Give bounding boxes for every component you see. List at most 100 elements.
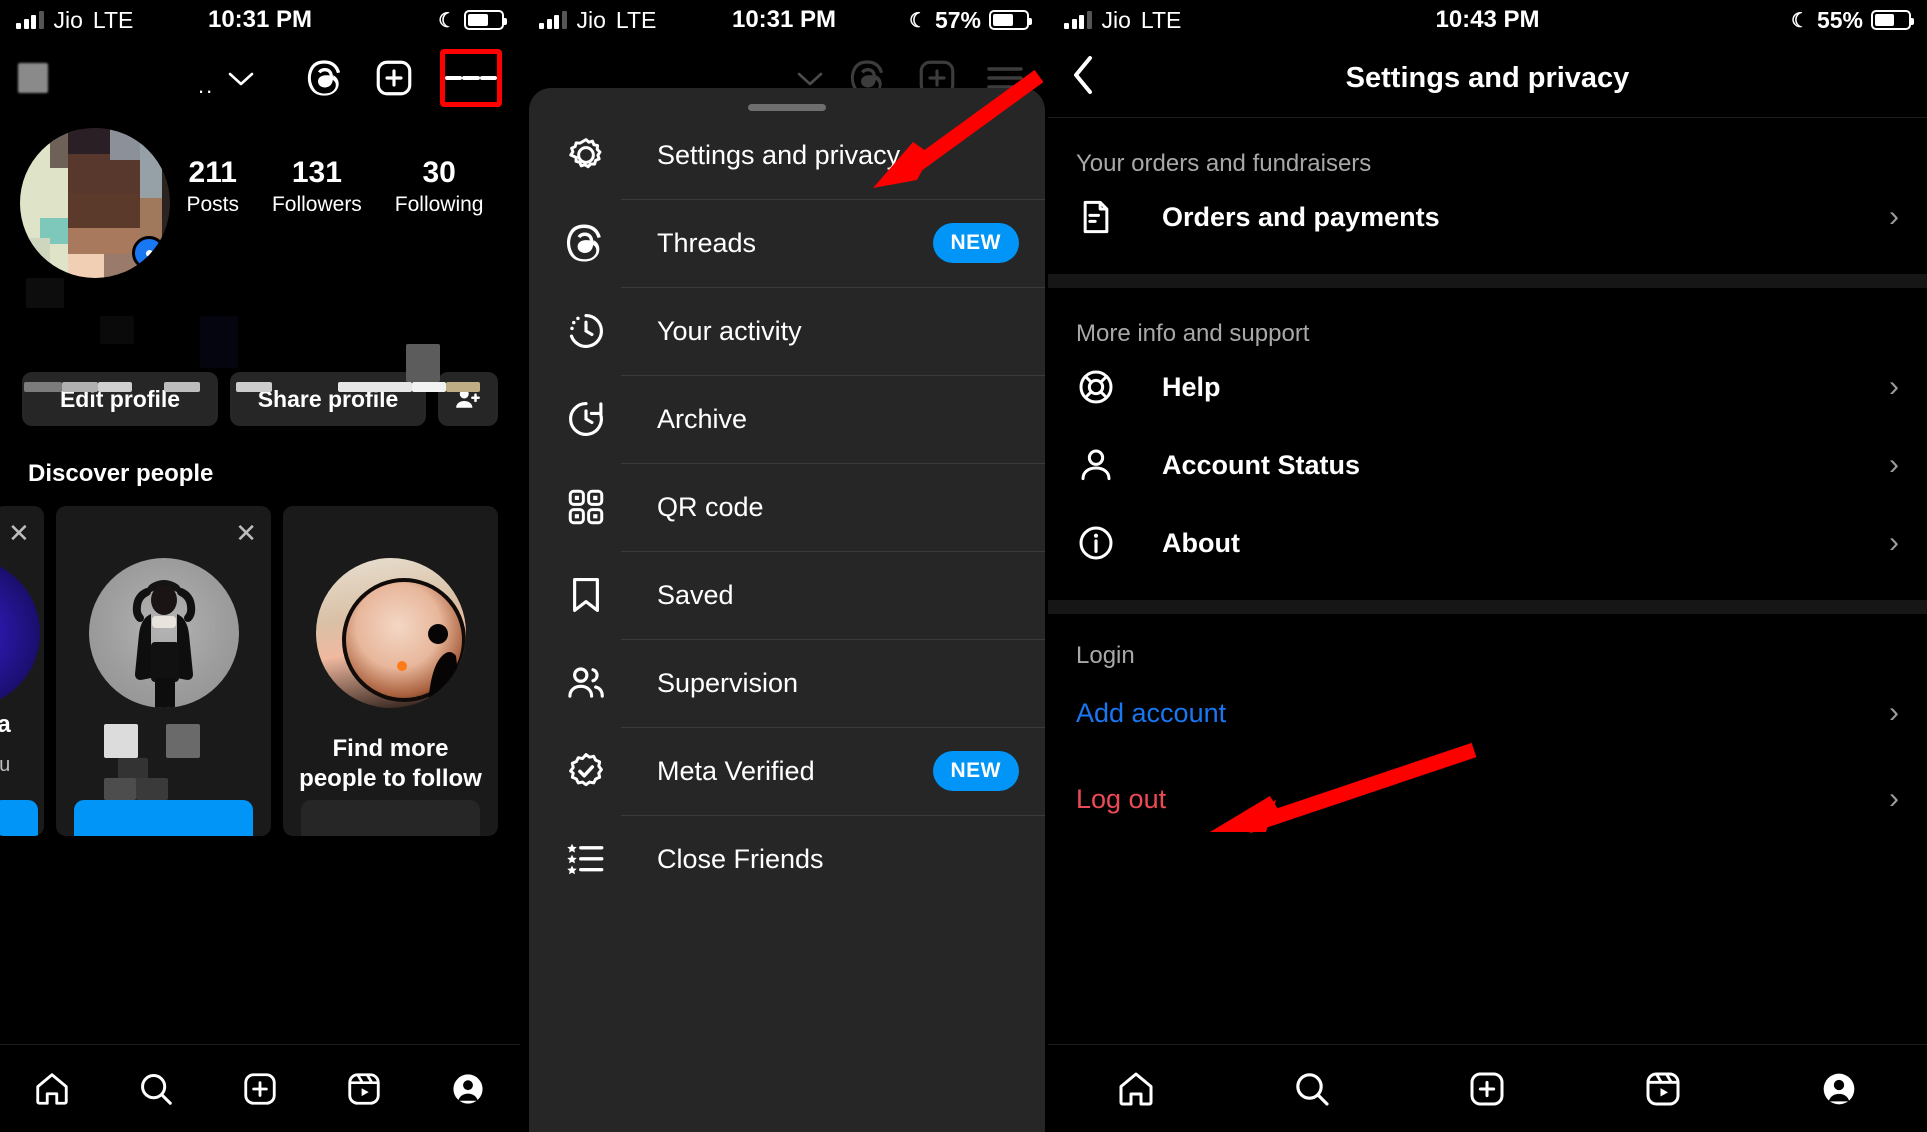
settings-header: Settings and privacy [1048, 40, 1927, 118]
menu-item-supervision[interactable]: Supervision [529, 639, 1045, 727]
menu-item-archive[interactable]: Archive [529, 375, 1045, 463]
settings-row-orders-and-payments[interactable]: Orders and payments › [1048, 178, 1927, 256]
avatar[interactable] [20, 128, 170, 278]
settings-row-help[interactable]: Help › [1048, 348, 1927, 426]
close-icon[interactable]: ✕ [8, 518, 30, 549]
plus-square-icon[interactable] [372, 56, 416, 100]
signal-bars-icon [539, 11, 567, 29]
menu-item-label: Close Friends [657, 843, 824, 874]
network-label: LTE [1140, 6, 1182, 33]
topbar-actions [304, 49, 502, 107]
help-icon [1076, 367, 1124, 407]
add-person-icon[interactable] [438, 372, 498, 426]
stat-label: Posts [186, 193, 239, 216]
settings-row-label: Orders and payments [1162, 201, 1440, 232]
moon-icon: ☾ [1791, 9, 1809, 32]
section-title-more-info: More info and support [1076, 320, 1310, 347]
status-left: Jio LTE [1064, 7, 1181, 34]
discover-card-name: ya [0, 711, 11, 738]
settings-row-account-status[interactable]: Account Status › [1048, 426, 1927, 504]
discover-card-redacted [56, 724, 271, 800]
status-left: Jio LTE [16, 7, 133, 34]
chevron-left-icon[interactable] [1070, 53, 1096, 104]
username-redacted [18, 63, 48, 93]
menu-item-your-activity[interactable]: Your activity [529, 287, 1045, 375]
home-icon[interactable] [22, 1064, 82, 1114]
stat-label: Followers [271, 193, 362, 216]
reels-icon[interactable] [334, 1064, 394, 1114]
profile-icon[interactable] [1809, 1064, 1869, 1114]
menu-item-qr-code[interactable]: QR code [529, 463, 1045, 551]
new-badge: NEW [932, 751, 1019, 791]
settings-row-log-out[interactable]: Log out › [1048, 756, 1927, 842]
activity-icon [565, 310, 619, 352]
stat-followers[interactable]: 131 Followers [272, 156, 362, 217]
settings-row-add-account[interactable]: Add account › [1048, 670, 1927, 756]
moon-icon: ☾ [909, 9, 927, 32]
menu-item-label: Saved [657, 579, 734, 610]
chevron-right-icon: › [1889, 526, 1899, 559]
battery-percent-label: 57% [934, 6, 981, 33]
menu-sheet: Settings and privacy Threads NEW Your ac… [529, 88, 1045, 1132]
settings-row-label: About [1162, 527, 1240, 558]
create-icon[interactable] [1457, 1064, 1517, 1114]
carrier-label: Jio [53, 6, 83, 33]
follow-button[interactable] [0, 800, 38, 836]
stat-value: 30 [422, 156, 456, 189]
carrier-label: Jio [576, 6, 606, 33]
settings-row-label: Help [1162, 371, 1221, 402]
menu-item-label: Settings and privacy [657, 139, 901, 170]
menu-item-threads[interactable]: Threads NEW [529, 199, 1045, 287]
menu-item-saved[interactable]: Saved [529, 551, 1045, 639]
carrier-label: Jio [1101, 6, 1131, 33]
panel-settings: Jio LTE 10:43 PM ☾ 55% Settings and priv… [1048, 0, 1927, 1132]
menu-item-close-friends[interactable]: Close Friends [529, 815, 1045, 903]
sheet-drag-handle[interactable] [748, 104, 826, 111]
hamburger-menu-icon[interactable] [440, 49, 502, 107]
profile-icon[interactable] [438, 1064, 498, 1114]
stat-posts[interactable]: 211 Posts [186, 156, 239, 217]
signal-bars-icon [16, 11, 44, 29]
threads-icon[interactable] [304, 56, 348, 100]
share-profile-button[interactable]: Share profile [230, 372, 426, 426]
discover-card[interactable]: ✕ [56, 506, 271, 836]
page-title: Settings and privacy [1345, 62, 1630, 94]
find-more-title: Find more people to follow [283, 708, 498, 794]
profile-actions: Edit profile Share profile [0, 358, 520, 426]
close-icon[interactable]: ✕ [235, 518, 257, 549]
discover-card-list: ✕ ya you ✕ [0, 488, 520, 836]
search-icon[interactable] [126, 1064, 186, 1114]
chevron-right-icon: › [1889, 370, 1899, 403]
status-bar-3: Jio LTE 10:43 PM ☾ 55% [1048, 0, 1927, 40]
bookmark-icon [565, 574, 619, 616]
chevron-right-icon: › [1889, 448, 1899, 481]
section-divider [1048, 274, 1927, 288]
settings-row-label: Account Status [1162, 449, 1361, 480]
gear-icon [565, 134, 619, 176]
menu-item-meta-verified[interactable]: Meta Verified NEW [529, 727, 1045, 815]
search-icon[interactable] [1282, 1064, 1342, 1114]
follow-button[interactable] [74, 800, 253, 836]
threads-icon [565, 222, 619, 264]
chevron-right-icon: › [1889, 782, 1899, 815]
settings-row-label: Log out [1076, 783, 1167, 814]
edit-profile-button[interactable]: Edit profile [22, 372, 218, 426]
home-icon[interactable] [1106, 1064, 1166, 1114]
discover-card[interactable]: ✕ ya you [0, 506, 44, 836]
profile-bio-redacted [0, 278, 520, 392]
stat-following[interactable]: 30 Following [395, 156, 484, 217]
panel-menu-sheet: Jio LTE 10:31 PM ☾ 57% Settings and priv… [523, 0, 1045, 1132]
create-icon[interactable] [230, 1064, 290, 1114]
reels-icon[interactable] [1633, 1064, 1693, 1114]
hamburger-line [445, 76, 463, 80]
username-dots: .. [198, 73, 215, 98]
stat-value: 131 [291, 156, 342, 189]
info-icon [1076, 523, 1124, 563]
settings-row-about[interactable]: About › [1048, 504, 1927, 582]
chevron-down-icon[interactable] [228, 63, 254, 94]
menu-item-settings-and-privacy[interactable]: Settings and privacy [529, 111, 1045, 199]
see-all-button[interactable] [301, 800, 480, 836]
section-title-orders: Your orders and fundraisers [1076, 150, 1372, 177]
discover-card[interactable]: Find more people to follow [283, 506, 498, 836]
section-title-login: Login [1076, 642, 1135, 669]
